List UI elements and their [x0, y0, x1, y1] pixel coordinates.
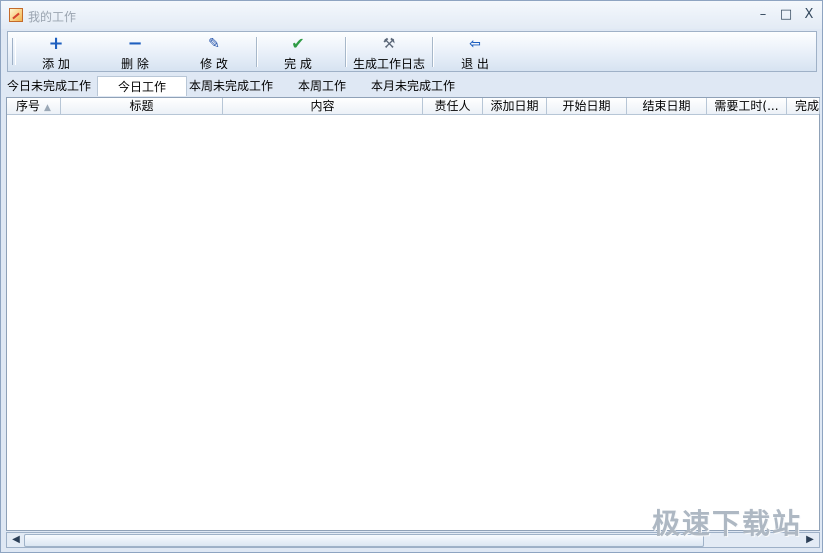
- toolbar-separator: [432, 37, 434, 67]
- complete-button[interactable]: ✔ 完 成: [276, 34, 320, 72]
- toolbar-separator: [345, 37, 347, 67]
- column-header-required-hours[interactable]: 需要工时(...: [707, 98, 787, 114]
- scroll-thumb[interactable]: [24, 534, 704, 547]
- check-icon: ✔: [291, 34, 305, 53]
- maximize-button[interactable]: □: [775, 5, 797, 25]
- delete-button[interactable]: − 删 除: [113, 33, 157, 72]
- column-header-added-date[interactable]: 添加日期: [483, 98, 547, 114]
- exit-button-label: 退 出: [461, 57, 489, 71]
- complete-button-label: 完 成: [284, 57, 312, 71]
- generate-log-button-label: 生成工作日志: [352, 57, 425, 71]
- column-header-complete[interactable]: 完成: [787, 98, 820, 114]
- edit-button[interactable]: ✎ 修 改: [192, 36, 236, 71]
- toolbar-grip[interactable]: [12, 38, 16, 65]
- watermark: 极速下载站: [651, 507, 802, 540]
- column-header-title[interactable]: 标题: [61, 98, 223, 114]
- tab-week-unfinished[interactable]: 本周未完成工作: [189, 76, 273, 96]
- column-header-content[interactable]: 内容: [223, 98, 423, 114]
- hammer-icon: ⚒: [382, 36, 396, 52]
- add-button[interactable]: + 添 加: [34, 33, 78, 72]
- app-icon: [9, 8, 23, 22]
- title-bar[interactable]: 我的工作 – □ X: [1, 1, 822, 29]
- exit-button[interactable]: ⇦ 退 出: [453, 36, 497, 71]
- edit-icon: ✎: [208, 36, 220, 52]
- column-header-serial-label: 序号: [16, 99, 41, 113]
- window-title: 我的工作: [28, 10, 77, 24]
- minimize-button[interactable]: –: [752, 5, 774, 25]
- add-button-label: 添 加: [42, 57, 70, 71]
- sort-up-icon: ▲: [44, 103, 51, 113]
- tab-week-work[interactable]: 本周工作: [298, 76, 346, 96]
- toolbar-separator: [256, 37, 258, 67]
- main-window: 我的工作 – □ X + 添 加 − 删 除 ✎ 修 改 ✔ 完 成 ⚒ 生成工…: [0, 0, 823, 553]
- scroll-left-icon[interactable]: ◀: [8, 533, 24, 547]
- exit-icon: ⇦: [469, 36, 481, 52]
- tab-month-unfinished[interactable]: 本月未完成工作: [371, 76, 455, 96]
- delete-button-label: 删 除: [121, 57, 149, 71]
- column-header-end-date[interactable]: 结束日期: [627, 98, 707, 114]
- table-header: 序号 ▲ 标题 内容 责任人 添加日期 开始日期 结束日期 需要工时(... 完成: [7, 98, 820, 115]
- tab-today-unfinished[interactable]: 今日未完成工作: [7, 76, 91, 96]
- work-tabs: 今日未完成工作 今日工作 本周未完成工作 本周工作 本月未完成工作: [1, 76, 822, 96]
- minus-icon: −: [127, 33, 143, 54]
- edit-button-label: 修 改: [200, 57, 228, 71]
- plus-icon: +: [48, 33, 64, 54]
- scroll-right-icon[interactable]: ▶: [802, 533, 818, 547]
- close-button[interactable]: X: [798, 5, 820, 25]
- toolbar: + 添 加 − 删 除 ✎ 修 改 ✔ 完 成 ⚒ 生成工作日志 ⇦ 退 出: [7, 31, 817, 72]
- column-header-start-date[interactable]: 开始日期: [547, 98, 627, 114]
- column-header-serial[interactable]: 序号 ▲: [7, 98, 61, 114]
- tab-today-work[interactable]: 今日工作: [97, 76, 187, 96]
- generate-log-button[interactable]: ⚒ 生成工作日志: [350, 36, 428, 71]
- work-table[interactable]: 序号 ▲ 标题 内容 责任人 添加日期 开始日期 结束日期 需要工时(... 完成: [6, 97, 820, 531]
- column-header-owner[interactable]: 责任人: [423, 98, 483, 114]
